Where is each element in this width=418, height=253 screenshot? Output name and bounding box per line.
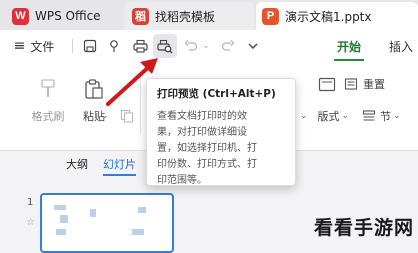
layout-button[interactable]: ⌄ 版式 ⌄ — [300, 108, 349, 124]
template-logo-icon: 稻 — [132, 7, 149, 25]
layout-label: 版式 — [317, 110, 340, 123]
menu-divider — [72, 39, 73, 53]
undo-button[interactable] — [181, 30, 201, 62]
menu-bar: ≡ 文件 ⌄ 开始 插入 — [0, 30, 418, 63]
active-tab-underline — [334, 59, 364, 61]
title-tab-bar: W WPS Office 稻 找稻壳模板 P 演示文稿1.pptx — [0, 0, 418, 30]
file-menu-button[interactable]: ≡ 文件 — [6, 30, 62, 62]
undo-dropdown[interactable]: ⌄ — [200, 30, 212, 62]
undo-icon — [184, 40, 198, 51]
slide-placeholder-block — [60, 215, 68, 223]
save-button[interactable] — [80, 30, 100, 62]
section-button[interactable]: 节 ⌄ — [362, 108, 401, 124]
tooltip-line: 果，对打印做详细设 — [157, 127, 247, 138]
printer-icon — [132, 39, 148, 53]
save-icon — [83, 39, 97, 53]
chevron-down-icon: ⌄ — [300, 111, 308, 121]
slide-placeholder-block — [56, 229, 66, 235]
section-icon — [362, 110, 376, 121]
export-icon — [110, 40, 118, 52]
reset-icon — [344, 78, 358, 90]
redo-button[interactable] — [218, 30, 238, 62]
tab-presentation[interactable]: P 演示文稿1.pptx — [256, 2, 418, 30]
tab-outline[interactable]: 大纲 — [66, 156, 88, 172]
format-painter-label: 格式刷 — [31, 110, 65, 123]
tooltip-title: 打印预览 (Ctrl+Alt+P) — [157, 88, 276, 100]
tooltip-line: 置，如选择打印机、打 — [157, 143, 257, 154]
tab-insert-label: 插入 — [388, 39, 413, 54]
chevron-down-icon[interactable]: ⌄ — [101, 111, 109, 121]
presentation-logo-icon: P — [262, 7, 279, 25]
tab-start[interactable]: 开始 — [332, 30, 366, 62]
tab-start-label: 开始 — [336, 39, 361, 54]
tab-presentation-label: 演示文稿1.pptx — [285, 9, 372, 24]
tab-template-store-label: 找稻壳模板 — [155, 9, 216, 24]
slide-placeholder-block — [132, 229, 144, 235]
tab-insert[interactable]: 插入 — [384, 30, 418, 62]
hamburger-icon: ≡ — [13, 38, 26, 54]
file-menu-label: 文件 — [30, 39, 55, 54]
tooltip-line: 印范围等。 — [157, 175, 207, 186]
active-tab-underline — [103, 174, 136, 176]
slide-icon — [318, 77, 336, 92]
chevron-down-icon: ⌄ — [202, 41, 210, 51]
watermark-text: 看看手游网 — [313, 217, 414, 239]
tab-wps-office-label: WPS Office — [35, 9, 101, 23]
section-label: 节 — [380, 110, 391, 123]
reset-button[interactable]: 重置 — [344, 76, 385, 92]
reset-label: 重置 — [363, 78, 385, 91]
format-painter-button[interactable]: 格式刷 — [26, 78, 70, 124]
star-icon[interactable]: ☆ — [26, 217, 35, 228]
chevron-down-icon: ⌄ — [393, 111, 401, 121]
slide-placeholder-block — [138, 207, 146, 213]
more-quick-access-button[interactable] — [244, 30, 262, 62]
tooltip-line: 查看文档打印时的效 — [157, 111, 247, 122]
slide-thumbnail[interactable] — [40, 193, 174, 253]
tab-slides[interactable]: 幻灯片 — [103, 156, 136, 172]
wps-logo-icon: W — [12, 7, 29, 25]
tooltip-line: 印份数、打印方式、打 — [157, 159, 257, 170]
new-slide-button[interactable] — [318, 76, 336, 98]
annotation-arrow-icon — [106, 58, 158, 106]
slide-placeholder-block — [54, 205, 66, 210]
tab-template-store[interactable]: 稻 找稻壳模板 — [124, 2, 254, 30]
slide-placeholder-block — [90, 209, 96, 217]
redo-icon — [221, 40, 235, 51]
tab-wps-office[interactable]: W WPS Office — [4, 2, 120, 30]
chevron-down-icon: ⌄ — [341, 111, 350, 121]
chevron-down-icon — [248, 43, 258, 49]
format-painter-icon — [41, 79, 55, 97]
slide-number: 1 — [27, 197, 34, 208]
